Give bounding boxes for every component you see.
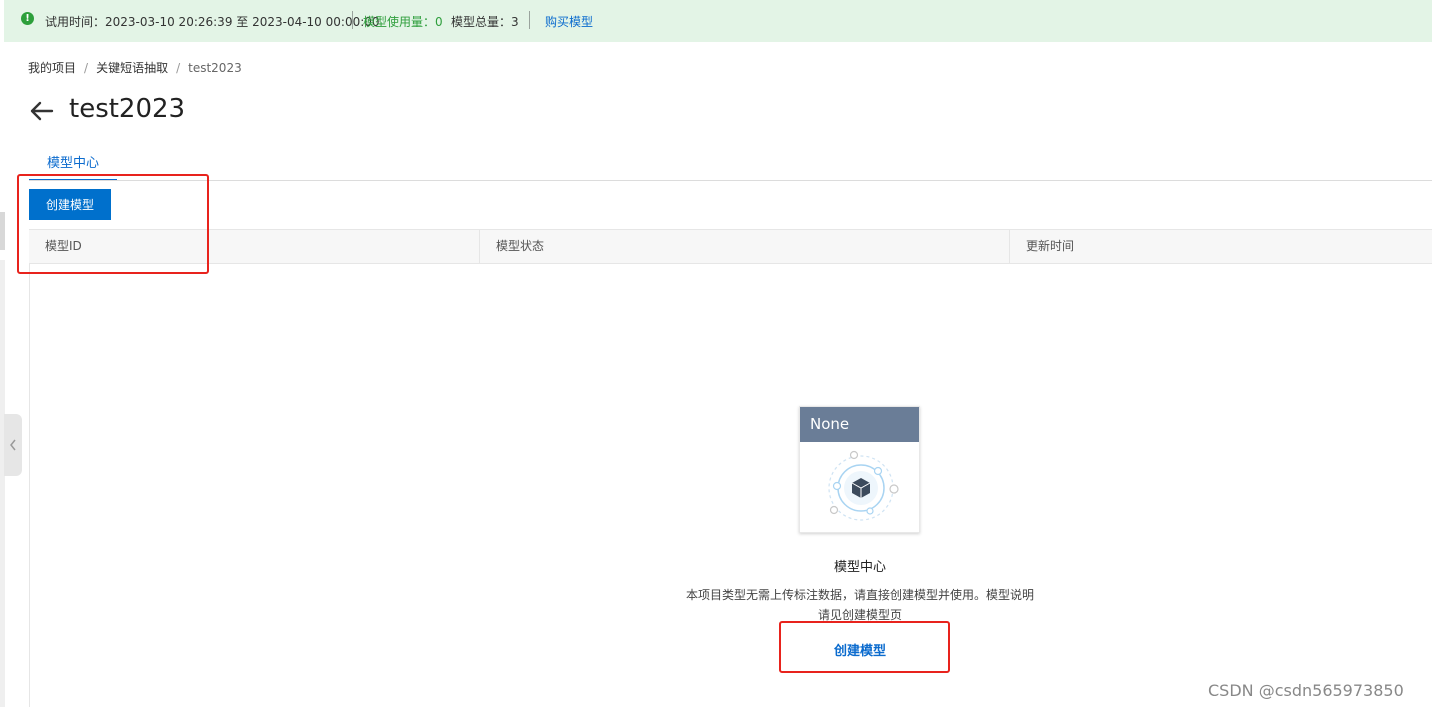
sidebar-edge xyxy=(0,212,5,250)
sidebar-edge xyxy=(0,260,5,707)
page-title: test2023 xyxy=(69,94,186,124)
annotation-box xyxy=(17,174,209,274)
watermark: CSDN @csdn565973850 xyxy=(1208,681,1404,700)
breadcrumb-separator: / xyxy=(84,61,89,75)
table-body-border xyxy=(29,264,30,707)
divider xyxy=(529,11,530,29)
arrow-left-icon[interactable] xyxy=(28,98,54,124)
empty-state-description: 本项目类型无需上传标注数据，请直接创建模型并使用。模型说明 请见创建模型页 xyxy=(680,585,1040,625)
sidebar-toggle[interactable] xyxy=(4,414,22,476)
tab-label: 模型中心 xyxy=(46,156,99,171)
column-header-model-status[interactable]: 模型状态 xyxy=(479,230,1009,263)
breadcrumb-item-project-type[interactable]: 关键短语抽取 xyxy=(96,61,168,75)
column-header-updated-time[interactable]: 更新时间 xyxy=(1009,230,1432,263)
model-total-text: 模型总量：3 xyxy=(451,15,519,29)
empty-state-title: 模型中心 xyxy=(833,560,886,575)
breadcrumb-separator: / xyxy=(176,61,181,75)
divider xyxy=(352,11,353,29)
table-header: 模型ID 模型状态 更新时间 xyxy=(29,229,1432,264)
tab-divider xyxy=(29,180,1432,181)
model-usage-text: 模型使用量：0 xyxy=(363,15,443,29)
trial-banner: ! 试用时间：2023-03-10 20:26:39 至 2023-04-10 … xyxy=(4,0,1432,42)
buy-model-link[interactable]: 购买模型 xyxy=(545,13,593,30)
trial-time-text: 试用时间：2023-03-10 20:26:39 至 2023-04-10 00… xyxy=(45,15,380,29)
breadcrumb-item-projects[interactable]: 我的项目 xyxy=(28,61,76,75)
breadcrumb-item-current: test2023 xyxy=(188,61,242,75)
annotation-box xyxy=(779,621,950,673)
breadcrumb: 我的项目 / 关键短语抽取 / test2023 xyxy=(28,59,242,76)
empty-state-card: None xyxy=(799,406,920,533)
empty-state-description-line: 本项目类型无需上传标注数据，请直接创建模型并使用。模型说明 xyxy=(685,588,1034,602)
alert-icon: ! xyxy=(21,12,34,25)
empty-card-header: None xyxy=(800,407,919,442)
chevron-left-icon xyxy=(10,439,16,451)
model-cube-icon xyxy=(828,450,899,521)
